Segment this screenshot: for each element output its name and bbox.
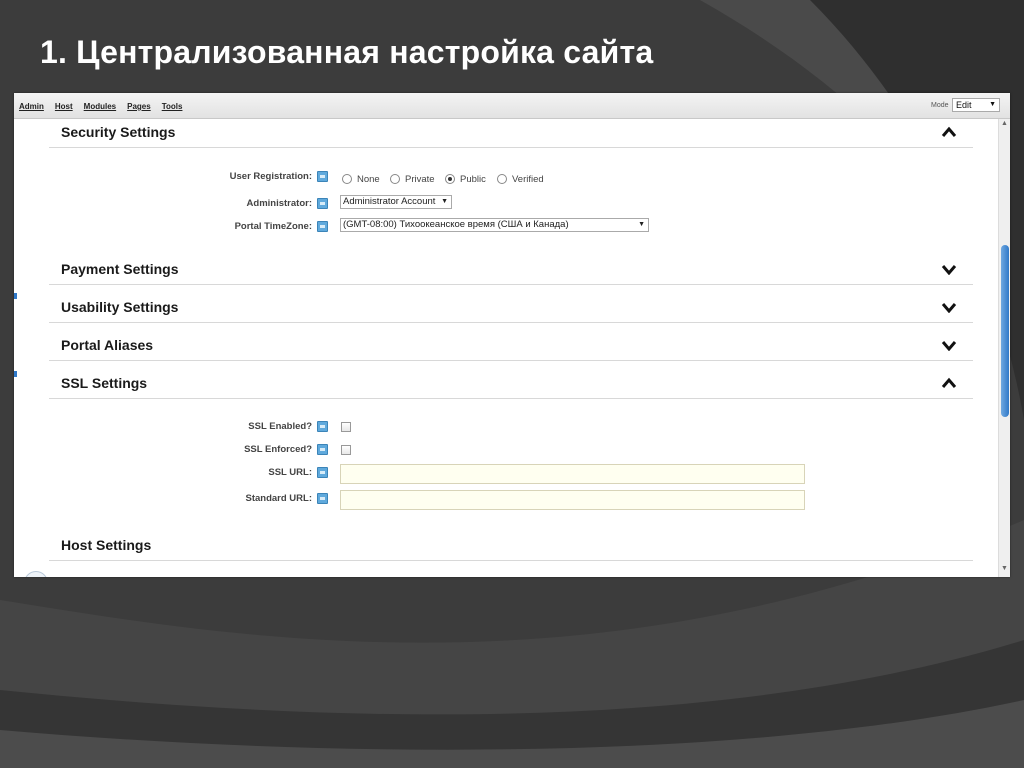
- section-security-title: Security Settings: [61, 124, 176, 140]
- administrator-select[interactable]: Administrator Account ▼: [340, 195, 452, 209]
- timezone-value: (GMT-08:00) Тихоокеанское время (США и К…: [343, 219, 569, 230]
- help-icon[interactable]: [317, 467, 328, 478]
- ssl-enforced-checkbox[interactable]: [341, 445, 351, 455]
- section-payment-header[interactable]: Payment Settings: [49, 256, 973, 285]
- mode-select[interactable]: Edit ▼: [952, 98, 1000, 112]
- radio-private[interactable]: [390, 174, 400, 184]
- vertical-scrollbar[interactable]: ▲ ▼: [998, 119, 1010, 577]
- chevron-down-icon[interactable]: [941, 301, 957, 313]
- chevron-up-icon[interactable]: [941, 377, 957, 389]
- section-host-header[interactable]: Host Settings: [49, 532, 973, 561]
- control-bar: Admin Host Modules Pages Tools Mode Edit…: [14, 93, 1010, 119]
- menu-pages[interactable]: Pages: [127, 102, 151, 111]
- ssl-url-input[interactable]: [340, 464, 805, 484]
- help-icon[interactable]: [317, 421, 328, 432]
- section-ssl-header[interactable]: SSL Settings: [49, 370, 973, 399]
- radio-verified[interactable]: [497, 174, 507, 184]
- section-host-title: Host Settings: [61, 537, 152, 553]
- chevron-up-icon[interactable]: [941, 126, 957, 138]
- timezone-select[interactable]: (GMT-08:00) Тихоокеанское время (США и К…: [340, 218, 649, 232]
- section-payment-title: Payment Settings: [61, 261, 179, 277]
- section-security-header[interactable]: Security Settings: [49, 119, 973, 148]
- radio-public-label: Public: [460, 174, 486, 185]
- ssl-enabled-label: SSL Enabled?: [248, 421, 312, 432]
- ssl-enabled-checkbox[interactable]: [341, 422, 351, 432]
- settings-content: Security Settings User Registration: Non…: [14, 119, 998, 577]
- section-aliases-header[interactable]: Portal Aliases: [49, 332, 973, 361]
- radio-private-label: Private: [405, 174, 435, 185]
- user-registration-label: User Registration:: [229, 171, 312, 182]
- slide-title: 1. Централизованная настройка сайта: [40, 34, 654, 70]
- ssl-enforced-label: SSL Enforced?: [244, 444, 312, 455]
- admin-screenshot: Admin Host Modules Pages Tools Mode Edit…: [14, 93, 1010, 577]
- help-icon[interactable]: [317, 198, 328, 209]
- dropdown-caret-icon: ▼: [638, 221, 645, 228]
- standard-url-label: Standard URL:: [245, 493, 313, 504]
- mode-label: Mode: [931, 102, 949, 109]
- standard-url-input[interactable]: [340, 490, 805, 510]
- menu-modules[interactable]: Modules: [84, 102, 116, 111]
- ssl-url-label: SSL URL:: [268, 467, 312, 478]
- section-usability-header[interactable]: Usability Settings: [49, 294, 973, 323]
- menu-admin[interactable]: Admin: [19, 102, 44, 111]
- timezone-label: Portal TimeZone:: [234, 221, 312, 232]
- chevron-down-icon[interactable]: [941, 339, 957, 351]
- dropdown-caret-icon: ▼: [441, 198, 448, 205]
- scroll-up-icon[interactable]: ▲: [1001, 120, 1008, 127]
- menu-tools[interactable]: Tools: [162, 102, 183, 111]
- admin-menu: Admin Host Modules Pages Tools: [19, 102, 182, 111]
- help-icon[interactable]: [317, 493, 328, 504]
- help-icon[interactable]: [317, 444, 328, 455]
- radio-verified-label: Verified: [512, 174, 544, 185]
- administrator-label: Administrator:: [246, 198, 312, 209]
- radio-none-label: None: [357, 174, 380, 185]
- left-edge-marker: [14, 371, 17, 377]
- help-icon[interactable]: [317, 171, 328, 182]
- section-usability-title: Usability Settings: [61, 299, 179, 315]
- scrollbar-thumb[interactable]: [1001, 245, 1009, 417]
- section-ssl-title: SSL Settings: [61, 375, 148, 391]
- mode-value: Edit: [956, 100, 972, 110]
- help-icon[interactable]: [317, 221, 328, 232]
- section-aliases-title: Portal Aliases: [61, 337, 154, 353]
- administrator-value: Administrator Account: [343, 196, 436, 207]
- mode-caret-icon: ▼: [989, 101, 996, 108]
- radio-none[interactable]: [342, 174, 352, 184]
- menu-host[interactable]: Host: [55, 102, 73, 111]
- radio-public[interactable]: [445, 174, 455, 184]
- scroll-down-icon[interactable]: ▼: [1001, 565, 1008, 572]
- left-edge-marker: [14, 293, 17, 299]
- chevron-down-icon[interactable]: [941, 263, 957, 275]
